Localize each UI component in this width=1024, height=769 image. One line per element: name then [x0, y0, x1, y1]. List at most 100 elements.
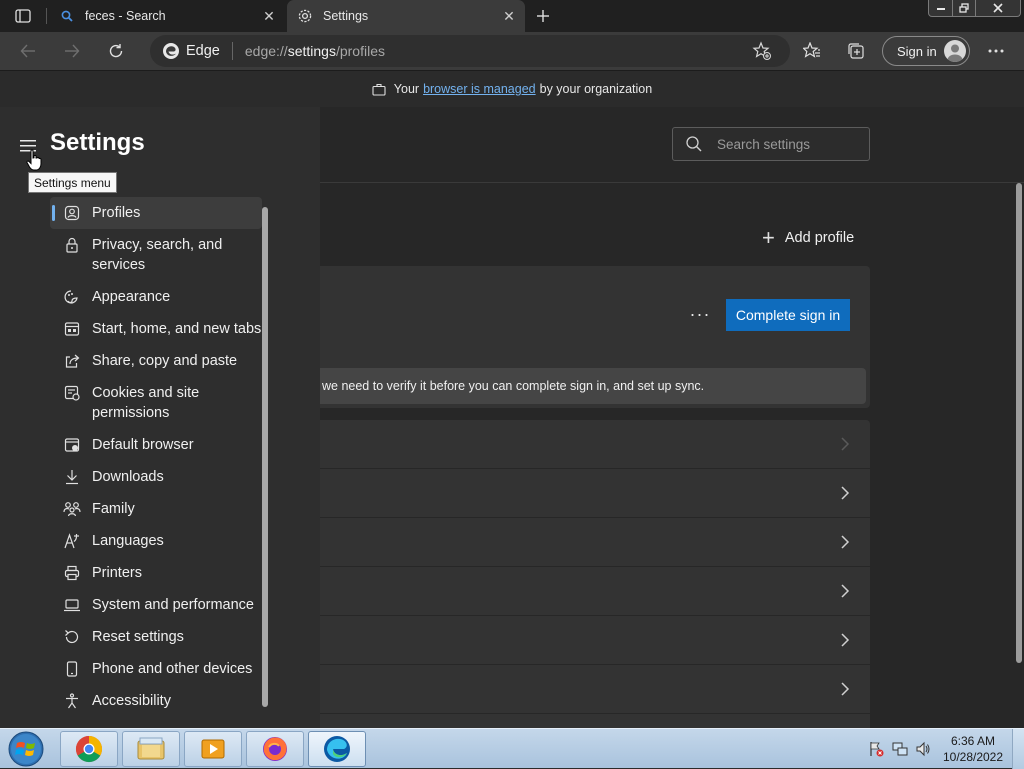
sidebar-item-privacy[interactable]: Privacy, search, and services: [50, 229, 262, 281]
close-tab-button[interactable]: ✕: [257, 4, 281, 28]
back-arrow-icon: [20, 44, 35, 58]
settings-row[interactable]: [320, 616, 870, 664]
settings-row[interactable]: [320, 567, 870, 615]
chevron-right-icon: [841, 584, 850, 598]
chevron-right-icon: [841, 535, 850, 549]
close-tab-button[interactable]: ✕: [497, 4, 521, 28]
browser-managed-link[interactable]: browser is managed: [423, 82, 536, 96]
action-center-flag-icon[interactable]: [868, 741, 884, 757]
collections-icon: [848, 43, 864, 59]
profile-card: ··· Complete sign in we need to verify i…: [320, 266, 870, 408]
folder-icon: [137, 737, 165, 760]
tab-title: feces - Search: [85, 9, 166, 23]
plus-icon: [537, 10, 549, 22]
taskbar-file-explorer[interactable]: [122, 731, 180, 767]
taskbar-media-player[interactable]: [184, 731, 242, 767]
url-text: edge://settings/profiles: [244, 43, 385, 59]
sidebar-item-label: Languages: [92, 533, 164, 549]
sidebar-item-label: Reset settings: [92, 629, 184, 645]
sidebar-item-label: Appearance: [92, 289, 171, 305]
add-profile-button[interactable]: + Add profile: [762, 226, 854, 250]
start-button[interactable]: [6, 730, 46, 768]
profiles-content: + Add profile ··· Complete sign in we ne…: [320, 184, 1024, 728]
taskbar-edge[interactable]: [308, 731, 366, 767]
sidebar-item-profiles[interactable]: Profiles: [50, 197, 262, 229]
taskbar-firefox[interactable]: [246, 731, 304, 767]
sidebar-item-label: Cookies and site permissions: [92, 385, 200, 421]
address-bar[interactable]: Edge edge://settings/profiles: [150, 35, 790, 67]
add-favorite-icon[interactable]: [752, 41, 772, 61]
reset-icon: [62, 627, 82, 647]
sidebar-item-start-home[interactable]: Start, home, and new tabs: [50, 313, 262, 345]
sidebar-item-downloads[interactable]: Downloads: [50, 461, 262, 493]
collections-button[interactable]: [841, 36, 871, 66]
chevron-right-icon: [841, 486, 850, 500]
restore-button[interactable]: [952, 0, 976, 17]
sidebar-item-cookies[interactable]: Cookies and site permissions: [50, 377, 262, 429]
start-home-icon: [62, 319, 82, 339]
network-icon[interactable]: [892, 741, 908, 757]
appearance-icon: [62, 287, 82, 307]
profile-more-button[interactable]: ···: [688, 302, 712, 326]
share-icon: [62, 351, 82, 371]
sidebar-item-appearance[interactable]: Appearance: [50, 281, 262, 313]
sign-in-button[interactable]: Sign in: [882, 36, 970, 66]
sidebar-item-family[interactable]: Family: [50, 493, 262, 525]
settings-row[interactable]: [320, 665, 870, 713]
page-scrollbar[interactable]: [1016, 183, 1022, 663]
browser-label: Edge: [186, 43, 220, 59]
sidebar-item-accessibility[interactable]: Accessibility: [50, 685, 262, 717]
new-tab-button[interactable]: [530, 3, 556, 29]
printer-icon: [62, 563, 82, 583]
tab-separator: [46, 8, 47, 24]
edge-logo-icon: [163, 43, 179, 59]
forward-arrow-icon: [65, 44, 80, 58]
sidebar-item-label: Default browser: [92, 437, 194, 453]
sidebar-item-default-browser[interactable]: Default browser: [50, 429, 262, 461]
settings-row[interactable]: [320, 714, 870, 728]
sidebar-item-languages[interactable]: Languages: [50, 525, 262, 557]
show-desktop-button[interactable]: [1012, 729, 1024, 769]
settings-row[interactable]: [320, 518, 870, 566]
search-icon: [686, 136, 702, 152]
back-button[interactable]: [13, 36, 43, 66]
search-icon: [57, 6, 77, 26]
sidebar-item-printers[interactable]: Printers: [50, 557, 262, 589]
sidebar-item-label: Privacy, search, and services: [92, 237, 223, 273]
close-window-button[interactable]: [975, 0, 1021, 17]
taskbar-chrome[interactable]: [60, 731, 118, 767]
tab-actions-button[interactable]: [8, 4, 38, 28]
sidebar-scrollbar[interactable]: [262, 207, 268, 707]
tab-actions-icon: [15, 9, 31, 23]
accessibility-icon: [62, 691, 82, 711]
forward-button[interactable]: [57, 36, 87, 66]
page-title: Settings: [50, 129, 145, 156]
settings-row[interactable]: [320, 420, 870, 468]
sidebar-item-share[interactable]: Share, copy and paste: [50, 345, 262, 377]
tab-settings[interactable]: Settings ✕: [287, 0, 525, 32]
refresh-button[interactable]: [101, 36, 131, 66]
restore-icon: [959, 3, 969, 13]
verify-message: we need to verify it before you can comp…: [320, 368, 866, 404]
sidebar-item-phone[interactable]: Phone and other devices: [50, 653, 262, 685]
complete-sign-in-button[interactable]: Complete sign in: [726, 299, 850, 331]
settings-and-more-button[interactable]: [981, 36, 1011, 66]
tab-search[interactable]: feces - Search ✕: [49, 0, 285, 32]
search-settings-box[interactable]: [672, 127, 870, 161]
cookies-icon: [62, 383, 82, 403]
sidebar-item-reset[interactable]: Reset settings: [50, 621, 262, 653]
sidebar-item-label: Profiles: [92, 205, 141, 221]
search-input[interactable]: [717, 136, 857, 152]
browser-toolbar: Edge edge://settings/profiles Sign in: [0, 32, 1024, 70]
chevron-right-icon: [841, 633, 850, 647]
taskbar-clock[interactable]: 6:36 AM 10/28/2022: [940, 733, 1006, 765]
favorites-icon: [803, 42, 820, 58]
plus-icon: +: [762, 225, 775, 250]
settings-row[interactable]: [320, 469, 870, 517]
volume-icon[interactable]: [915, 741, 931, 757]
sidebar-item-system[interactable]: System and performance: [50, 589, 262, 621]
default-browser-icon: [62, 435, 82, 455]
managed-infobar: Your browser is managed by your organiza…: [0, 70, 1024, 107]
favorites-button[interactable]: [797, 36, 827, 66]
minimize-button[interactable]: [928, 0, 953, 17]
